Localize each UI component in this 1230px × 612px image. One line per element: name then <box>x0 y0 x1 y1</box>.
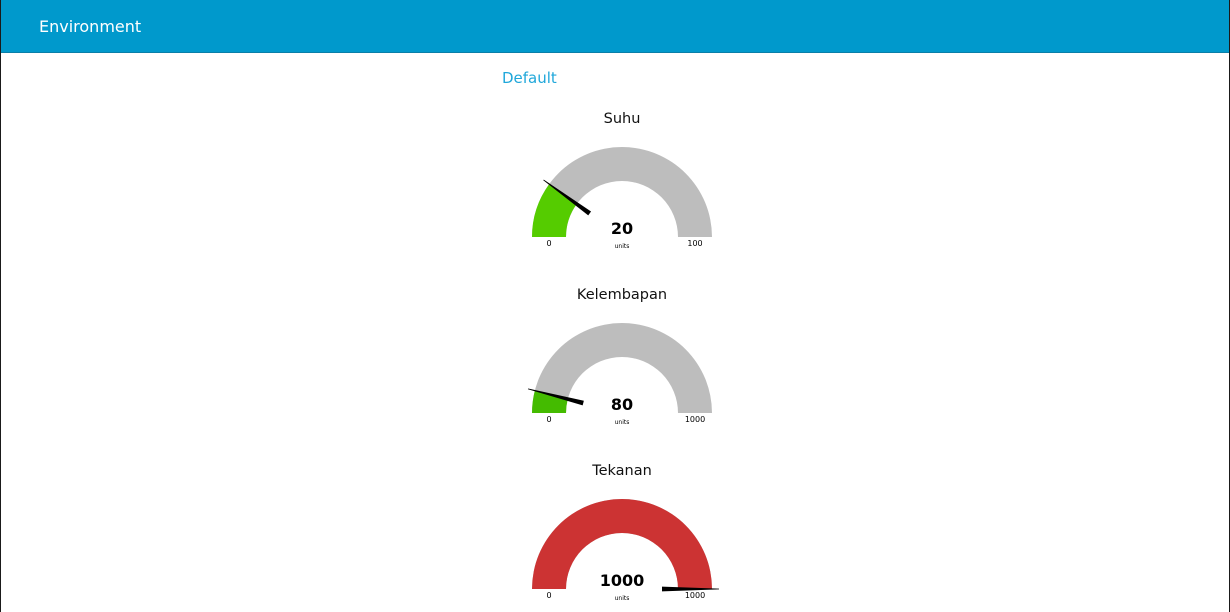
gauge-card-kelembapan: Kelembapan 80 units 0 1000 <box>522 285 722 435</box>
gauge-units: units <box>615 243 630 250</box>
gauge-label: Tekanan <box>592 463 652 479</box>
dashboard-frame: Environment Default Suhu 20 units 0 100 … <box>0 0 1230 612</box>
dashboard-title: Environment <box>39 17 142 36</box>
gauge-value: 20 <box>611 219 633 238</box>
gauge-value: 1000 <box>600 571 645 590</box>
gauge-units: units <box>615 595 630 602</box>
gauge-suhu: 20 units 0 100 <box>532 147 712 250</box>
gauge-min-label: 0 <box>546 591 551 600</box>
gauge-card-tekanan: Tekanan 1000 units 0 1000 <box>522 461 722 611</box>
gauge-tekanan: 1000 units 0 1000 <box>532 499 719 602</box>
gauge-max-label: 100 <box>687 239 702 248</box>
gauge-units: units <box>615 419 630 426</box>
gauge-card-suhu: Suhu 20 units 0 100 <box>522 109 722 259</box>
gauge-label: Kelembapan <box>576 287 668 303</box>
gauge-max-label: 1000 <box>685 591 705 600</box>
gauge-min-label: 0 <box>546 239 551 248</box>
dashboard-toolbar: Environment <box>1 0 1229 53</box>
gauge-label: Suhu <box>603 111 641 127</box>
gauge-value: 80 <box>611 395 633 414</box>
gauge-min-label: 0 <box>546 415 551 424</box>
group-title: Default <box>502 69 557 87</box>
gauge-kelembapan: 80 units 0 1000 <box>527 323 712 426</box>
gauge-max-label: 1000 <box>685 415 705 424</box>
